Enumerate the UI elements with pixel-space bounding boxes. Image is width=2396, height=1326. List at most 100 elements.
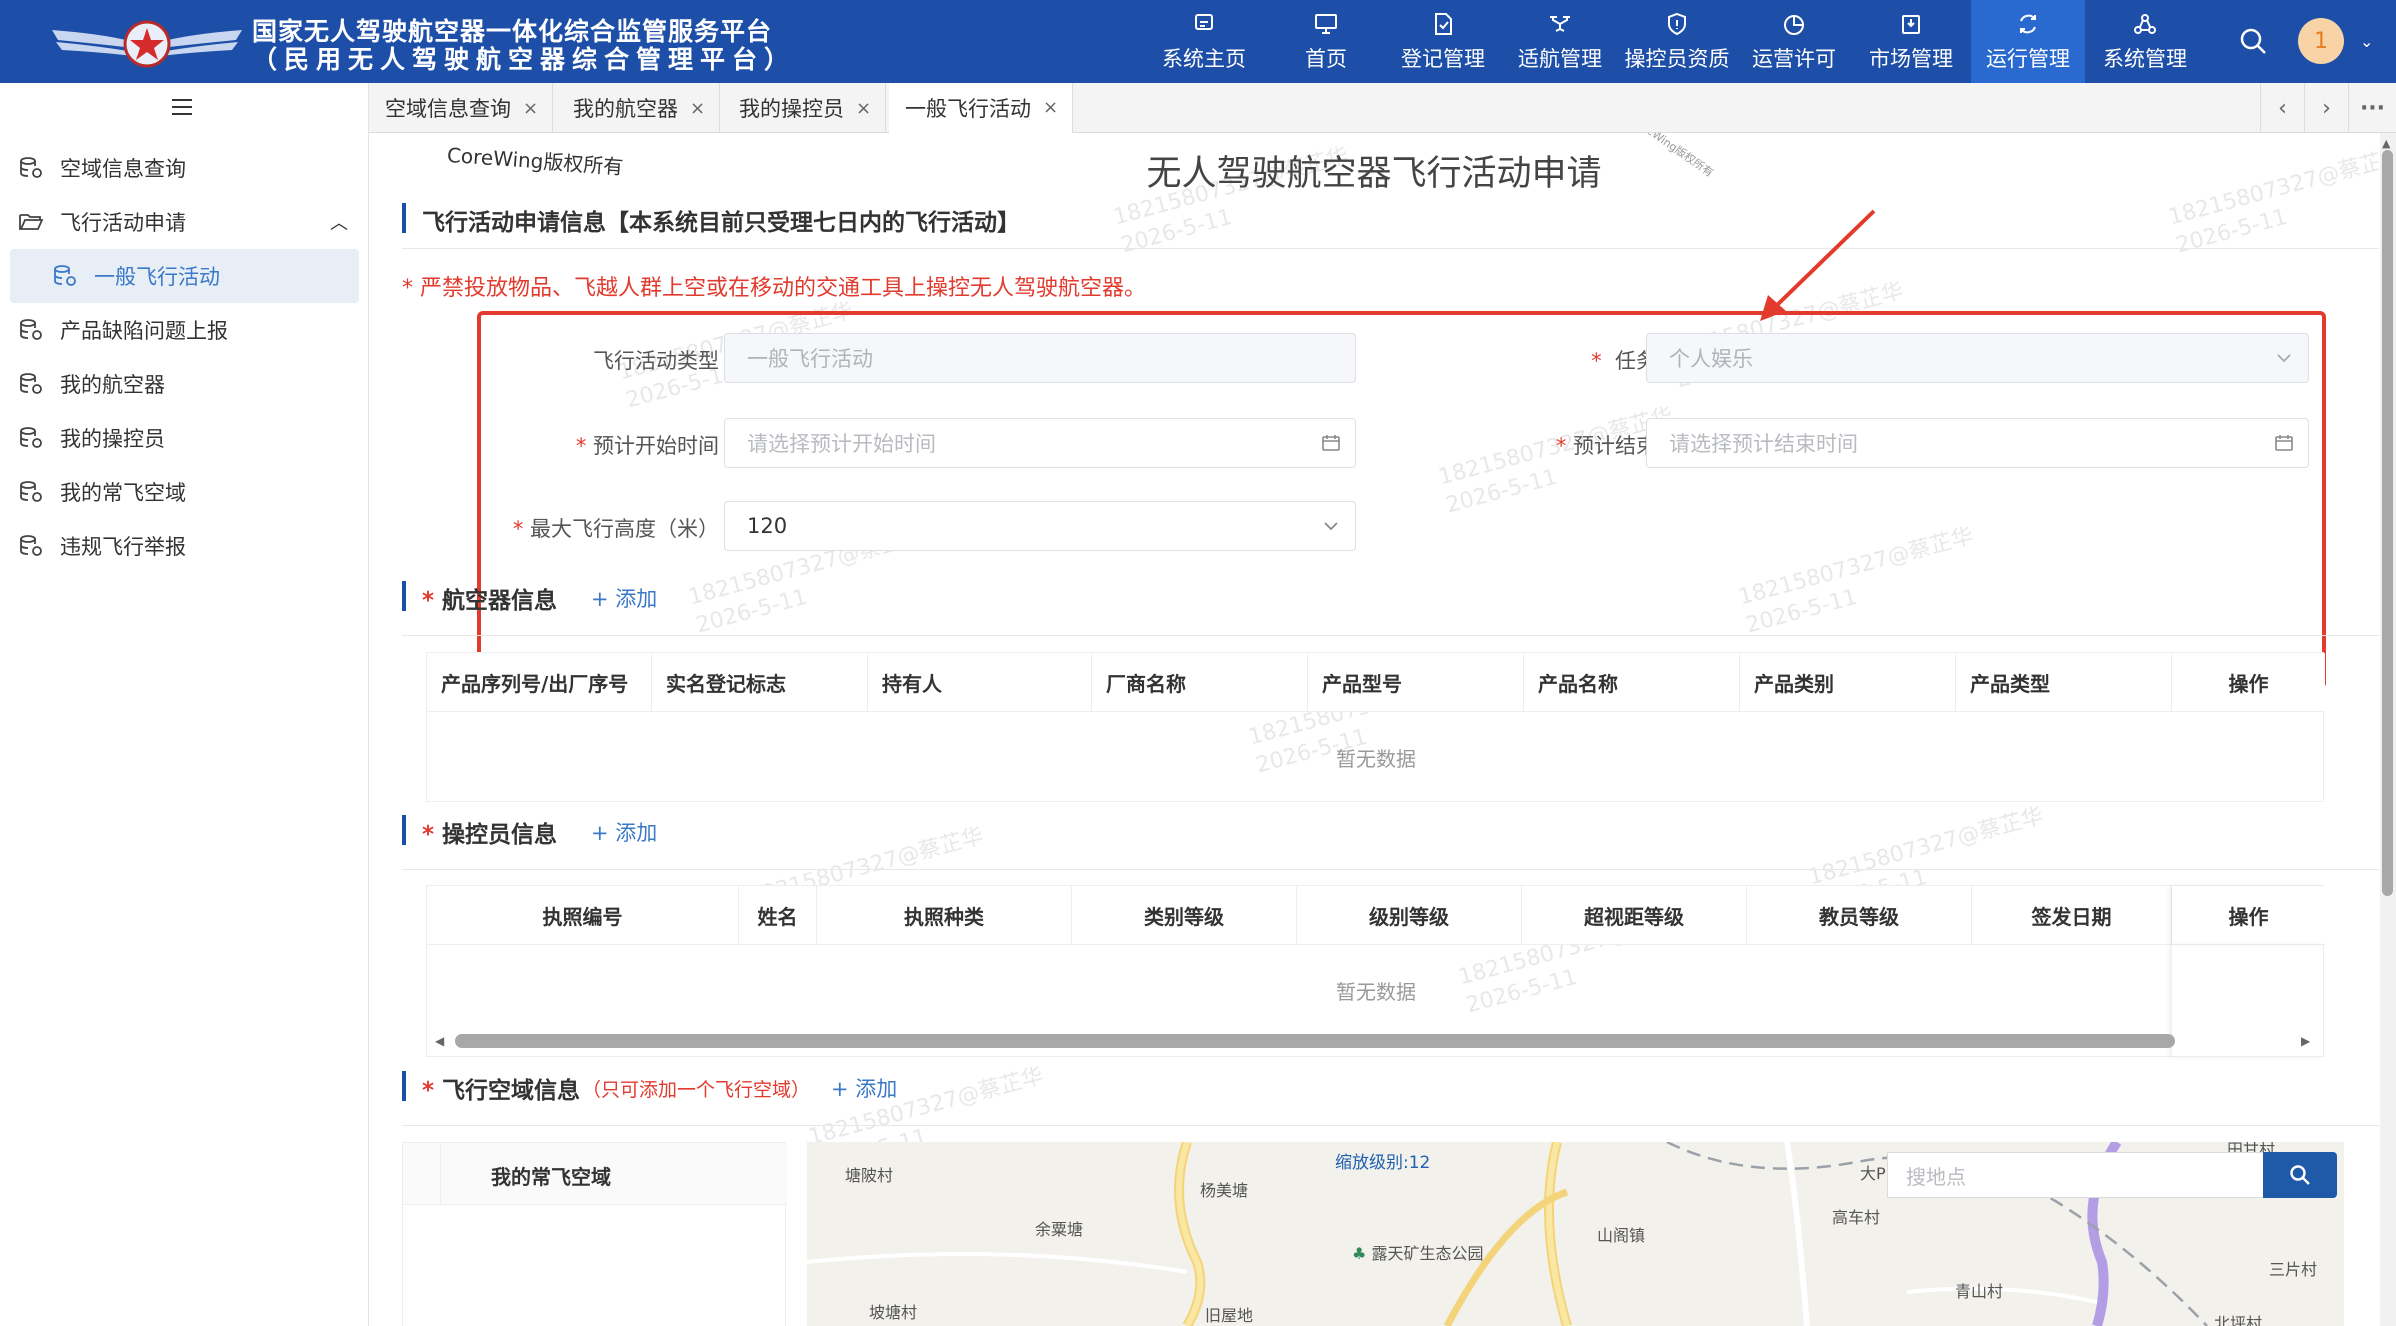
tab-more-button[interactable]: ···: [2348, 83, 2396, 133]
sidebar-item-my-operators[interactable]: 我的操控员: [0, 411, 369, 465]
map-place-label: 坡塘村: [869, 1303, 918, 1322]
database-icon: [20, 481, 42, 502]
section-marker: [402, 203, 406, 233]
divider: [402, 1125, 2379, 1126]
nav-system-management[interactable]: 系统管理: [2088, 0, 2202, 83]
empty-text: 暂无数据: [1336, 980, 1416, 1004]
folder-open-icon: [19, 214, 44, 230]
sidebar-item-label: 我的航空器: [60, 373, 165, 397]
nav-label: 适航管理: [1518, 46, 1602, 71]
nav-market[interactable]: 市场管理: [1854, 0, 1968, 83]
sidebar-item-my-airspace[interactable]: 我的常飞空域: [0, 465, 369, 519]
column-header: 产品序列号/出厂序号: [427, 653, 652, 711]
menu-toggle-icon[interactable]: [170, 97, 194, 117]
tab-label: 我的航空器: [573, 97, 678, 121]
nav-label: 运营许可: [1752, 46, 1836, 71]
nav-system-home[interactable]: 系统主页: [1147, 0, 1261, 83]
column-header: 超视距等级: [1522, 886, 1747, 944]
sidebar-item-label: 产品缺陷问题上报: [60, 319, 228, 343]
section-marker: [402, 581, 406, 611]
airspace-note: （只可添加一个飞行空域）: [582, 1079, 811, 1101]
tab-my-aircraft[interactable]: 我的航空器 ×: [557, 83, 721, 133]
nav-operating-permit[interactable]: 运营许可: [1737, 0, 1851, 83]
column-header: 产品名称: [1524, 653, 1740, 711]
map-search-input[interactable]: 搜地点: [1887, 1152, 2265, 1198]
nav-operation-management[interactable]: 运行管理: [1971, 0, 2085, 83]
add-airspace-button[interactable]: + 添加: [831, 1073, 897, 1103]
database-icon: [20, 427, 42, 448]
tab-label: 空域信息查询: [385, 97, 511, 121]
sidebar-item-airspace-query[interactable]: 空域信息查询: [0, 141, 369, 195]
operator-section-title: * 操控员信息: [422, 822, 558, 848]
scroll-left-arrow-icon[interactable]: ◀: [435, 1034, 444, 1048]
tab-scroll-right-button[interactable]: ›: [2304, 83, 2348, 133]
divider: [402, 248, 2379, 249]
map-zoom-level: 缩放级别:12: [1335, 1153, 1431, 1173]
tab-my-operators[interactable]: 我的操控员 ×: [723, 83, 887, 133]
nav-airworthiness[interactable]: 适航管理: [1503, 0, 1617, 83]
nav-label: 操控员资质: [1624, 46, 1730, 71]
sidebar-item-label: 一般飞行活动: [94, 265, 220, 289]
close-icon[interactable]: ×: [856, 98, 871, 119]
column-header: 持有人: [868, 653, 1092, 711]
scrollbar-thumb[interactable]: [2382, 150, 2393, 896]
safety-warning: * 严禁投放物品、飞越人群上空或在移动的交通工具上操控无人驾驶航空器。: [402, 276, 1146, 301]
sidebar-item-defect-report[interactable]: 产品缺陷问题上报: [0, 303, 369, 357]
empty-text: 暂无数据: [1336, 747, 1416, 771]
nav-registration[interactable]: 登记管理: [1386, 0, 1500, 83]
user-avatar[interactable]: 1: [2298, 18, 2344, 64]
tab-scroll-left-button[interactable]: ‹: [2260, 83, 2304, 133]
home-page-icon: [1195, 13, 1213, 30]
sidebar-item-flight-application[interactable]: 飞行活动申请 ︿: [0, 195, 369, 249]
airspace-map[interactable]: 缩放级别:12 塘陂村 杨美塘 余粟塘 ♣ 露天矿生态公园 山阁镇 高车村 大P…: [807, 1142, 2344, 1326]
tab-airspace-query[interactable]: 空域信息查询 ×: [369, 83, 554, 133]
map-place-label: 旧屋地: [1205, 1306, 1254, 1325]
aircraft-table: 产品序列号/出厂序号 实名登记标志 持有人 厂商名称 产品型号 产品名称 产品类…: [426, 652, 2325, 802]
column-header: 产品型号: [1308, 653, 1524, 711]
close-icon[interactable]: ×: [523, 98, 538, 119]
chevron-down-icon[interactable]: ⌄: [2360, 32, 2373, 51]
section-marker: [402, 815, 406, 845]
column-header: 姓名: [739, 886, 817, 944]
map-place-label: 塘陂村: [845, 1166, 894, 1185]
map-place-label: ♣ 露天矿生态公园: [1352, 1244, 1484, 1263]
nav-home[interactable]: 首页: [1269, 0, 1383, 83]
column-divider: [440, 1143, 441, 1205]
scroll-right-arrow-icon[interactable]: ▶: [2301, 1034, 2310, 1048]
sidebar-item-label: 我的操控员: [60, 427, 165, 451]
map-place-label: 杨美塘: [1200, 1181, 1249, 1200]
sidebar-item-violation-report[interactable]: 违规飞行举报: [0, 519, 369, 573]
column-header: 签发日期: [1972, 886, 2172, 944]
system-icon: [2134, 13, 2156, 34]
sidebar-item-general-flight[interactable]: 一般飞行活动: [10, 249, 359, 303]
annotation-highlight-box: [477, 311, 2326, 689]
nav-operator-qualification[interactable]: 操控员资质: [1620, 0, 1734, 83]
nav-label: 系统管理: [2103, 46, 2187, 71]
horizontal-scrollbar[interactable]: [455, 1034, 2175, 1048]
search-icon: [2290, 1165, 2310, 1185]
close-icon[interactable]: ×: [690, 98, 705, 119]
sidebar-item-label: 飞行活动申请: [60, 211, 186, 235]
database-icon: [20, 373, 42, 394]
tab-label: 一般飞行活动: [905, 96, 1031, 121]
close-icon[interactable]: ×: [1043, 97, 1058, 118]
cycle-icon: [2020, 14, 2036, 33]
search-icon[interactable]: [2238, 26, 2268, 56]
shield-icon: [1668, 12, 1686, 35]
add-aircraft-button[interactable]: + 添加: [591, 583, 657, 613]
map-place-label: 大P: [1860, 1164, 1886, 1183]
map-search-button[interactable]: [2263, 1152, 2337, 1198]
scroll-up-arrow-icon[interactable]: ▲: [2382, 137, 2390, 150]
map-place-label: 山阁镇: [1597, 1226, 1646, 1245]
add-operator-button[interactable]: + 添加: [591, 817, 657, 847]
top-header: 国家无人驾驶航空器一体化综合监管服务平台 （民用无人驾驶航空器综合管理平台） 系…: [0, 0, 2396, 83]
tab-general-flight[interactable]: 一般飞行活动 ×: [889, 83, 1074, 133]
frequent-airspace-list: 我的常飞空域: [402, 1142, 787, 1326]
map-search-placeholder: 搜地点: [1906, 1164, 1966, 1189]
sidebar-item-label: 空域信息查询: [60, 157, 186, 181]
sidebar-item-my-aircraft[interactable]: 我的航空器: [0, 357, 369, 411]
section-marker: [402, 1071, 406, 1101]
sidebar-item-label: 违规飞行举报: [60, 535, 186, 559]
column-header: 操作: [2172, 653, 2325, 711]
column-header: 级别等级: [1297, 886, 1522, 944]
